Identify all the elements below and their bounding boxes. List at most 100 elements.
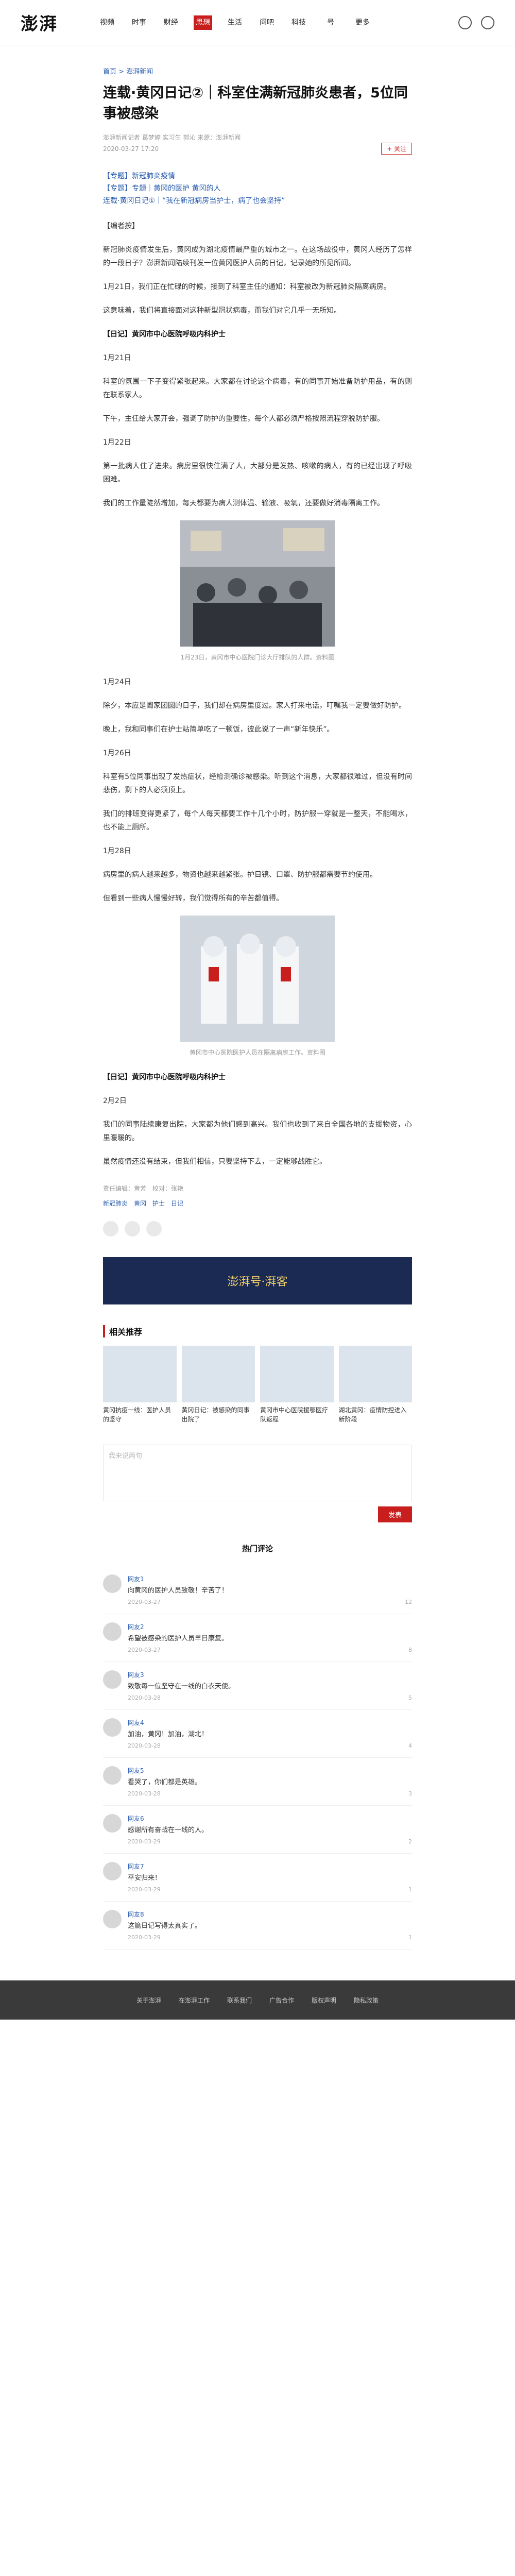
related-link[interactable]: 【专题】新冠肺炎疫情 — [103, 170, 412, 182]
comment-item: 网友5 看哭了，你们都是英雄。 2020-03-28 3 — [103, 1758, 412, 1806]
related-item-title: 黄冈抗疫一线：医护人员的坚守 — [103, 1406, 171, 1423]
comment-time: 2020-03-28 — [128, 1790, 161, 1797]
paragraph: 1月24日 — [103, 678, 131, 686]
related-item[interactable]: 黄冈市中心医院援鄂医疗队返程 — [260, 1346, 334, 1424]
like-count[interactable]: 1 — [408, 1934, 412, 1941]
article-tags[interactable]: 新冠肺炎 黄冈 护士 日记 — [103, 1199, 412, 1208]
comment-time: 2020-03-27 — [128, 1647, 161, 1653]
comment-user[interactable]: 网友7 — [128, 1862, 412, 1871]
nav-item[interactable]: 科技 — [289, 19, 308, 27]
related-item[interactable]: 湖北黄冈：疫情防控进入新阶段 — [338, 1346, 412, 1424]
comment-meta: 2020-03-27 8 — [128, 1647, 412, 1653]
comment-text: 看哭了，你们都是英雄。 — [128, 1778, 202, 1786]
comment-item: 网友3 致敬每一位坚守在一线的白衣天使。 2020-03-28 5 — [103, 1662, 412, 1710]
footer-link[interactable]: 在澎湃工作 — [179, 1996, 210, 2005]
site-logo[interactable]: 澎湃 — [21, 10, 98, 35]
avatar[interactable] — [103, 1622, 122, 1641]
page-title: 连载·黄冈日记②｜科室住满新冠肺炎患者，5位同事被感染 — [103, 85, 408, 122]
article-meta-row: 2020-03-27 17:20 + 关注 — [103, 143, 412, 155]
footer-link[interactable]: 版权声明 — [312, 1996, 336, 2005]
avatar[interactable] — [103, 1574, 122, 1593]
paragraph: 除夕，本应是阖家团圆的日子，我们却在病房里度过。家人打来电话，叮嘱我一定要做好防… — [103, 702, 406, 710]
like-count[interactable]: 3 — [408, 1790, 412, 1797]
qq-share-icon[interactable] — [146, 1221, 162, 1236]
like-count[interactable]: 4 — [408, 1742, 412, 1749]
like-count[interactable]: 5 — [408, 1694, 412, 1701]
comment-item: 网友8 这篇日记写得太真实了。 2020-03-29 1 — [103, 1902, 412, 1950]
comment-time: 2020-03-28 — [128, 1742, 161, 1749]
related-link[interactable]: 连载·黄冈日记①｜“我在新冠病房当护士，病了也会坚持” — [103, 195, 412, 207]
comment-user[interactable]: 网友1 — [128, 1574, 412, 1583]
footer-link[interactable]: 隐私政策 — [354, 1996, 379, 2005]
weibo-share-icon[interactable] — [125, 1221, 140, 1236]
footer-link[interactable]: 关于澎湃 — [136, 1996, 161, 2005]
footer-link[interactable]: 广告合作 — [269, 1996, 294, 2005]
avatar[interactable] — [103, 1814, 122, 1833]
comment-user[interactable]: 网友5 — [128, 1766, 412, 1775]
nav-item[interactable]: 生活 — [226, 19, 244, 27]
paragraph: 1月26日 — [103, 749, 131, 757]
comment-meta: 2020-03-28 5 — [128, 1694, 412, 1701]
comment-time: 2020-03-29 — [128, 1886, 161, 1893]
comment-item: 网友6 感谢所有奋战在一线的人。 2020-03-29 2 — [103, 1806, 412, 1854]
comment-user[interactable]: 网友4 — [128, 1718, 412, 1727]
search-icon[interactable] — [458, 15, 472, 29]
paragraph: 我们的同事陆续康复出院，大家都为他们感到高兴。我们也收到了来自全国各地的支援物资… — [103, 1121, 412, 1142]
follow-button[interactable]: + 关注 — [381, 143, 412, 155]
image-caption: 黄冈市中心医院医护人员在隔离病房工作。资料图 — [189, 1049, 325, 1056]
article-photo-medics — [180, 916, 335, 1042]
nav-item[interactable]: 问吧 — [258, 19, 276, 27]
editor-line: 责任编辑：黄芳 校对：张艳 — [103, 1185, 184, 1192]
paragraph: 虽然疫情还没有结束，但我们相信，只要坚持下去，一定能够战胜它。 — [103, 1158, 327, 1166]
comment-user[interactable]: 网友6 — [128, 1814, 412, 1823]
comment-body: 网友1 向黄冈的医护人员致敬！辛苦了！ 2020-03-27 12 — [128, 1574, 412, 1605]
wechat-share-icon[interactable] — [103, 1221, 118, 1236]
comment-user[interactable]: 网友8 — [128, 1910, 412, 1919]
comment-time: 2020-03-29 — [128, 1838, 161, 1845]
nav-item[interactable]: 思想 — [194, 15, 212, 30]
comment-list: 网友1 向黄冈的医护人员致敬！辛苦了！ 2020-03-27 12 网友2 希望被感染的医… — [103, 1566, 412, 1950]
nav-item[interactable]: 时事 — [130, 19, 148, 27]
comment-body: 网友5 看哭了，你们都是英雄。 2020-03-28 3 — [128, 1766, 412, 1797]
promo-banner[interactable]: 澎湃号·湃客 — [103, 1257, 412, 1304]
comment-item: 网友2 希望被感染的医护人员早日康复。 2020-03-27 8 — [103, 1614, 412, 1662]
paragraph: 1月28日 — [103, 847, 131, 855]
related-item-title: 黄冈市中心医院援鄂医疗队返程 — [260, 1406, 329, 1423]
nav-item[interactable]: 号 — [321, 19, 340, 27]
related-item[interactable]: 黄冈抗疫一线：医护人员的坚守 — [103, 1346, 177, 1424]
comment-meta: 2020-03-28 3 — [128, 1790, 412, 1797]
breadcrumb[interactable]: 首页 > 澎湃新闻 — [103, 66, 412, 76]
nav-item[interactable]: 财经 — [162, 19, 180, 27]
paragraph: 我们的排班变得更紧了，每个人每天都要工作十几个小时，防护服一穿就是一整天，不能喝… — [103, 810, 412, 832]
footer-link[interactable]: 联系我们 — [227, 1996, 252, 2005]
related-thumb — [181, 1346, 255, 1402]
like-count[interactable]: 12 — [405, 1599, 412, 1605]
nav-item[interactable]: 视频 — [98, 19, 116, 27]
comment-item: 网友7 平安归来！ 2020-03-29 1 — [103, 1854, 412, 1902]
related-links: 【专题】新冠肺炎疫情 【专题】专题｜黄冈的医护 黄冈的人 连载·黄冈日记①｜“我… — [103, 170, 412, 207]
comment-submit-button[interactable]: 发表 — [377, 1506, 412, 1522]
avatar[interactable] — [103, 1910, 122, 1928]
comment-user[interactable]: 网友2 — [128, 1622, 412, 1631]
top-navigation: 澎湃 视频 时事 财经 思想 生活 问吧 科技 号 更多 — [0, 0, 515, 45]
related-item[interactable]: 黄冈日记：被感染的同事出院了 — [181, 1346, 255, 1424]
comment-text: 希望被感染的医护人员早日康复。 — [128, 1635, 229, 1642]
comment-text: 感谢所有奋战在一线的人。 — [128, 1826, 209, 1834]
paragraph: 第一批病人住了进来。病房里很快住满了人，大部分是发热、咳嗽的病人，有的已经出现了… — [103, 462, 412, 484]
nav-item[interactable]: 更多 — [353, 19, 372, 27]
like-count[interactable]: 2 — [408, 1838, 412, 1845]
user-icon[interactable] — [481, 15, 494, 29]
like-count[interactable]: 1 — [408, 1886, 412, 1893]
related-thumb — [338, 1346, 412, 1402]
like-count[interactable]: 8 — [408, 1647, 412, 1653]
comment-user[interactable]: 网友3 — [128, 1670, 412, 1679]
section-title: 【日记】黄冈市中心医院呼吸内科护士 — [103, 330, 226, 338]
paragraph: 【编者按】 — [103, 222, 139, 230]
related-link[interactable]: 【专题】专题｜黄冈的医护 黄冈的人 — [103, 182, 412, 195]
comment-input[interactable]: 我来说两句 — [103, 1445, 412, 1501]
avatar[interactable] — [103, 1766, 122, 1785]
page-footer: 关于澎湃 在澎湃工作 联系我们 广告合作 版权声明 隐私政策 — [0, 1980, 515, 2020]
avatar[interactable] — [103, 1862, 122, 1880]
avatar[interactable] — [103, 1718, 122, 1737]
avatar[interactable] — [103, 1670, 122, 1689]
